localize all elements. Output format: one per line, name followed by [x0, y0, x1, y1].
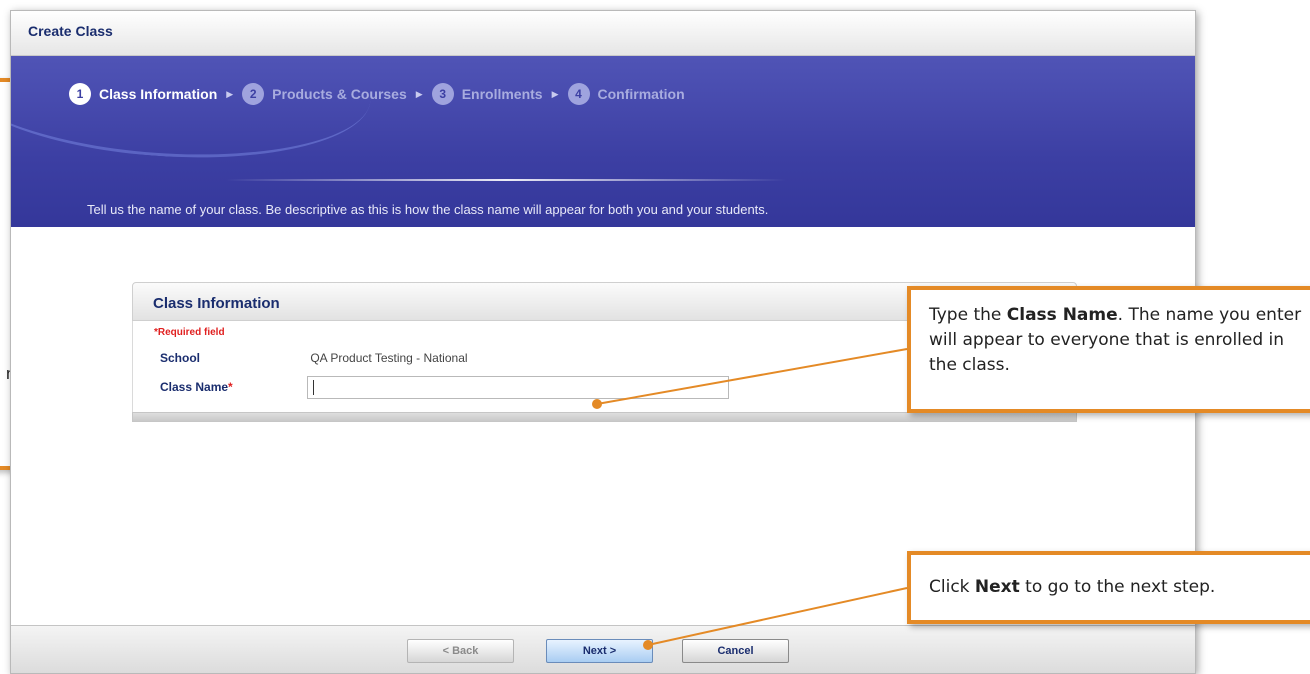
required-field-note: *Required field [154, 327, 225, 338]
school-value: QA Product Testing - National [310, 351, 468, 365]
callout-text-post: to go to the next step. [1019, 577, 1216, 597]
class-name-row: Class Name* [160, 380, 307, 394]
step-class-information: 1 Class Information ▶ [69, 83, 242, 105]
school-row: School QA Product Testing - National [160, 351, 468, 365]
step-arrow-icon: ▶ [551, 88, 559, 99]
wizard-button-bar: < Back Next > Cancel [11, 625, 1195, 673]
wizard-steps: 1 Class Information ▶ 2 Products & Cours… [69, 83, 685, 105]
step-confirmation: 4 Confirmation [567, 83, 685, 105]
step-enrollments: 3 Enrollments ▶ [431, 83, 568, 105]
step-2-number: 2 [242, 83, 265, 105]
step-1-number: 1 [69, 83, 91, 105]
class-name-callout: Type the Class Name. The name you enter … [907, 286, 1310, 413]
callout-text-pre: Click [929, 577, 975, 597]
wizard-banner: 1 Class Information ▶ 2 Products & Cours… [11, 56, 1195, 227]
banner-divider [226, 179, 786, 181]
step-3-number: 3 [431, 83, 454, 105]
step-3-label: Enrollments [461, 86, 543, 102]
class-name-label: Class Name* [160, 380, 307, 394]
step-4-number: 4 [567, 83, 590, 105]
required-star: * [228, 380, 233, 394]
step-1-label: Class Information [99, 86, 218, 102]
school-label: School [160, 351, 201, 365]
cancel-button[interactable]: Cancel [682, 639, 789, 663]
text-caret [313, 380, 314, 395]
step-4-label: Confirmation [597, 86, 685, 102]
class-name-input[interactable] [307, 376, 729, 399]
banner-swirl-decoration [11, 56, 376, 171]
title-bar: Create Class [11, 11, 1195, 56]
next-button[interactable]: Next > [546, 639, 653, 663]
step-2-label: Products & Courses [272, 86, 407, 102]
class-name-label-text: Class Name [160, 380, 229, 394]
wizard-description: Tell us the name of your class. Be descr… [87, 202, 769, 217]
back-button[interactable]: < Back [407, 639, 514, 663]
callout-text-bold: Class Name [1006, 305, 1118, 325]
window-title: Create Class [28, 23, 113, 39]
step-products-courses: 2 Products & Courses ▶ [242, 83, 432, 105]
step-arrow-icon: ▶ [226, 88, 234, 99]
next-callout: Click Next to go to the next step. [907, 551, 1310, 624]
step-arrow-icon: ▶ [415, 88, 423, 99]
panel-footer [132, 412, 1077, 422]
callout-text-bold: Next [974, 577, 1020, 597]
callout-text-pre: Type the [929, 305, 1007, 325]
